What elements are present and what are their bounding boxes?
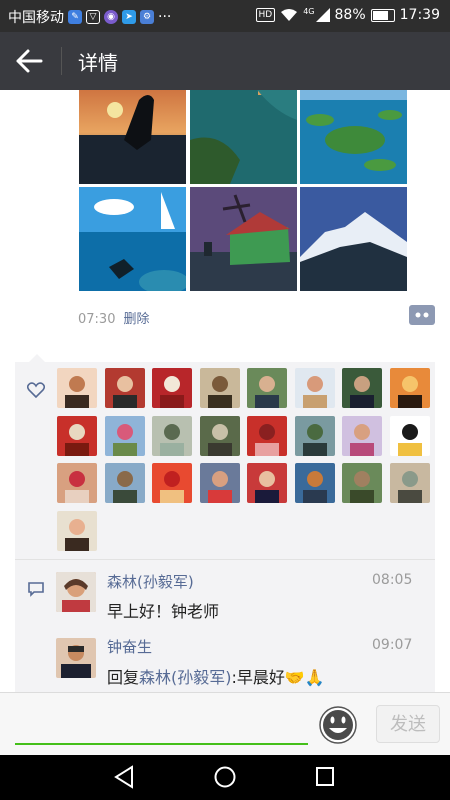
like-avatar[interactable]	[247, 463, 287, 503]
like-avatar[interactable]	[389, 463, 430, 503]
like-avatar[interactable]	[57, 415, 97, 456]
comment-icon	[28, 582, 44, 597]
like-avatar[interactable]	[104, 463, 145, 503]
status-bar: 中国移动 ✎ ▽ ◉ ➤ ⚙ ··· HD 4G 88% 17:39	[0, 0, 450, 32]
photo-windmill[interactable]	[190, 187, 297, 291]
like-avatar[interactable]	[57, 368, 97, 408]
nav-home-icon[interactable]	[213, 765, 237, 789]
app-notification-icon-2: ◉	[104, 10, 118, 24]
divider	[15, 559, 435, 560]
nav-back-icon[interactable]	[113, 765, 135, 789]
like-avatar[interactable]	[199, 368, 240, 408]
page-title: 详情	[78, 51, 118, 75]
comment-input-field[interactable]	[15, 743, 308, 745]
like-avatar[interactable]	[199, 415, 240, 456]
like-avatar[interactable]	[342, 463, 382, 503]
like-avatar[interactable]	[152, 463, 192, 503]
reply-target-name[interactable]: 森林(孙毅军)	[139, 668, 232, 687]
reply-prefix: 回复	[107, 668, 140, 687]
like-avatar[interactable]	[152, 368, 192, 408]
reply-body: :早晨好🤝🙏	[231, 668, 325, 687]
comment-input-bar: 发送	[0, 692, 450, 756]
back-arrow-icon[interactable]	[14, 46, 46, 76]
shield-icon: ▽	[86, 10, 100, 24]
photo-snow-mountain[interactable]	[300, 187, 407, 291]
like-avatar[interactable]	[104, 415, 145, 456]
carrier-label: 中国移动	[8, 10, 64, 26]
like-avatar[interactable]	[57, 463, 97, 503]
like-avatar[interactable]	[342, 415, 382, 456]
network-type: 4G	[303, 6, 315, 16]
nav-recents-icon[interactable]	[314, 765, 336, 789]
like-avatar[interactable]	[389, 415, 430, 456]
like-avatar[interactable]	[104, 368, 145, 408]
battery-icon	[370, 8, 395, 22]
battery-percent: 88%	[334, 7, 366, 23]
comment-menu-button[interactable]	[409, 305, 435, 325]
like-avatar[interactable]	[152, 415, 192, 456]
system-nav-bar	[0, 755, 450, 800]
signal-icon	[315, 8, 330, 22]
app-notification-icon-3: ⚙	[140, 10, 154, 24]
like-avatar[interactable]	[57, 510, 97, 551]
like-avatar[interactable]	[247, 368, 287, 408]
wifi-icon	[281, 9, 298, 21]
title-divider	[61, 47, 62, 75]
comment-time: 08:05	[372, 572, 413, 588]
photo-islands-lake[interactable]	[300, 90, 407, 184]
more-notifications-icon: ···	[158, 9, 172, 25]
post-meta: 07:30 删除	[78, 308, 149, 327]
comment-time-2: 09:07	[372, 637, 413, 653]
heart-icon	[27, 382, 45, 398]
photo-aerial-lake[interactable]	[190, 90, 297, 184]
send-button[interactable]: 发送	[376, 705, 440, 743]
like-avatar[interactable]	[294, 463, 335, 503]
commenter-avatar[interactable]	[56, 572, 96, 612]
title-bar: 详情	[0, 32, 450, 90]
post-detail-content[interactable]: 07:30 删除 森林(孙毅军) 08:05 早上好！钟老师 钟奋生 09:07 …	[0, 90, 450, 692]
send-notification-icon: ➤	[122, 10, 136, 24]
more-dots-icon	[415, 312, 429, 318]
delete-link[interactable]: 删除	[123, 312, 149, 327]
like-avatar[interactable]	[294, 415, 335, 456]
comment-text-2[interactable]: 回复森林(孙毅军):早晨好🤝🙏	[107, 664, 325, 688]
photo-underwater-diver[interactable]	[79, 187, 186, 291]
like-avatar[interactable]	[294, 368, 335, 408]
like-avatar[interactable]	[247, 415, 287, 456]
post-time: 07:30	[78, 312, 116, 327]
commenter-avatar-2[interactable]	[56, 638, 96, 678]
hd-icon: HD	[255, 8, 276, 22]
like-avatar[interactable]	[389, 368, 430, 408]
comment-text[interactable]: 早上好！钟老师	[107, 598, 219, 622]
comment-author-2[interactable]: 钟奋生	[107, 636, 152, 657]
emoji-icon[interactable]	[318, 705, 358, 745]
likes-comments-panel: 森林(孙毅军) 08:05 早上好！钟老师 钟奋生 09:07 回复森林(孙毅军…	[15, 354, 435, 692]
photo-heron-sunset[interactable]	[79, 90, 186, 184]
comment-author[interactable]: 森林(孙毅军)	[107, 571, 194, 592]
clock: 17:39	[399, 7, 440, 23]
app-notification-icon: ✎	[68, 10, 82, 24]
like-avatar[interactable]	[342, 368, 382, 408]
like-avatar[interactable]	[199, 463, 240, 503]
